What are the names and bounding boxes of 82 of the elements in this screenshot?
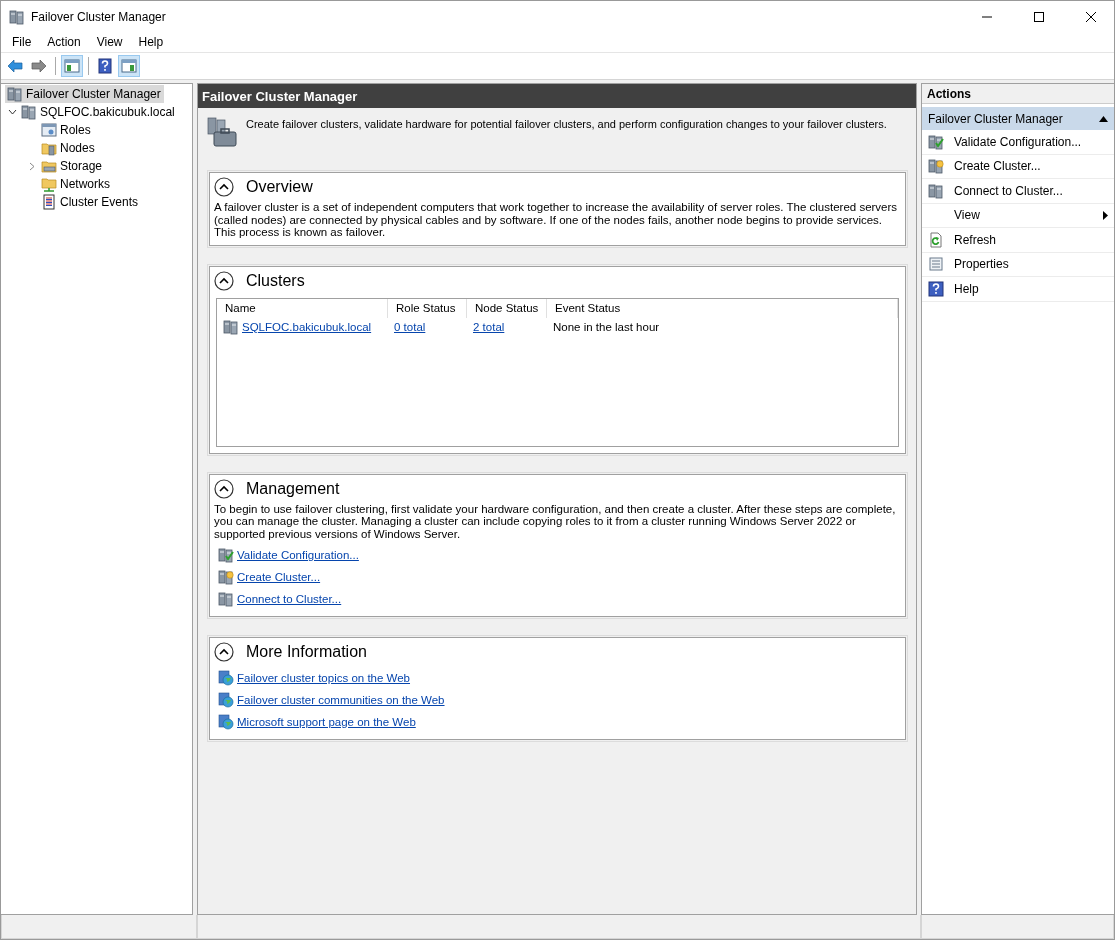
- tree-item[interactable]: SQLFOC.bakicubuk.local: [19, 103, 178, 121]
- section-title: Overview: [246, 178, 313, 196]
- action-link[interactable]: Create Cluster...: [237, 571, 321, 583]
- column-header[interactable]: Node Status: [467, 298, 547, 318]
- chevron-down-icon: [7, 109, 17, 115]
- collapse-icon: [214, 270, 234, 291]
- tree-item[interactable]: Cluster Events: [39, 193, 142, 211]
- folder-icon: [41, 140, 57, 156]
- maximize-icon: [1034, 11, 1044, 22]
- folder-icon: [41, 176, 57, 192]
- triangle-up-icon: [1099, 115, 1108, 122]
- table-cell-text: None in the last hour: [552, 321, 661, 333]
- column-header[interactable]: Event Status: [547, 298, 898, 318]
- globe-icon: [218, 692, 234, 708]
- task-item[interactable]: Connect to Cluster...: [922, 179, 1114, 204]
- menu-item[interactable]: Action: [39, 35, 89, 49]
- back-arrow-icon: [7, 59, 23, 73]
- help-icon: [98, 58, 112, 74]
- toolbar-button[interactable]: [61, 55, 83, 77]
- node-status-link[interactable]: 2 total: [473, 321, 505, 333]
- toolbox-icon: [206, 116, 240, 150]
- collapse-icon: [214, 642, 234, 662]
- globe-icon: [218, 670, 234, 686]
- forward-arrow-icon: [31, 59, 47, 73]
- help-icon: [928, 280, 944, 297]
- pane-title: Failover Cluster Manager: [198, 84, 916, 108]
- tree-item[interactable]: Nodes: [39, 139, 98, 157]
- task-item[interactable]: Validate Configuration...: [922, 130, 1114, 155]
- server-icon: [218, 591, 234, 607]
- chevron-right-icon: [29, 161, 35, 171]
- action-link[interactable]: Connect to Cluster...: [237, 593, 342, 605]
- tree-item[interactable]: Networks: [39, 175, 113, 193]
- refresh-icon: [928, 231, 944, 248]
- window-icon: [41, 122, 57, 138]
- tree-item[interactable]: Failover Cluster Manager: [5, 85, 164, 103]
- tree-item[interactable]: Roles: [39, 121, 94, 139]
- section-title: More Information: [246, 643, 367, 661]
- task-item[interactable]: Help: [922, 277, 1114, 302]
- server-star-icon: [928, 158, 944, 175]
- task-item[interactable]: View: [922, 203, 1114, 228]
- cluster-icon: [21, 104, 37, 120]
- folder-icon: [41, 158, 57, 174]
- section-title: Clusters: [246, 271, 305, 290]
- server-icon: [928, 182, 944, 199]
- task-item[interactable]: Create Cluster...: [922, 154, 1114, 179]
- collapse-icon: [214, 177, 234, 197]
- server-check-icon: [928, 133, 944, 150]
- column-header[interactable]: Role Status: [388, 298, 467, 318]
- section-title: Management: [246, 479, 340, 498]
- role-status-link[interactable]: 0 total: [394, 321, 426, 333]
- task-item[interactable]: Refresh: [922, 228, 1114, 253]
- action-link[interactable]: Validate Configuration...: [237, 549, 359, 561]
- management-text: To begin to use failover clustering, first validate your hardware configuration, and then create a cluster. After these steps are complete, you can manage the cluster. Managing a cluster can include copying roles to it from a cluster running Windows Server 2022 or supported previous versions of Windows Server.: [214, 501, 897, 540]
- menu-item[interactable]: File: [4, 35, 40, 49]
- close-icon: [1086, 11, 1096, 22]
- collapse-icon: [214, 478, 234, 499]
- server-check-icon: [218, 547, 234, 563]
- server-star-icon: [218, 569, 234, 585]
- properties-icon: [928, 256, 944, 273]
- toolbar-button[interactable]: [118, 55, 140, 77]
- overview-text: A failover cluster is a set of independent computers that work together to increase the availability of server roles. The clustered servers (called nodes) are connected by physical cables and by software. If one of the nodes fails, another node begins to provide services. This process is known as failover.: [214, 200, 899, 239]
- menu-item[interactable]: Help: [130, 35, 172, 49]
- menu-item[interactable]: View: [88, 35, 131, 49]
- panel-left-icon: [64, 59, 80, 73]
- action-link[interactable]: Failover cluster topics on the Web: [237, 672, 410, 684]
- description-text: Create failover clusters, validate hardware for potential failover clusters, and perform configuration changes to your failover clusters.: [246, 117, 887, 132]
- panel-right-icon: [121, 59, 137, 73]
- cluster-link[interactable]: SQLFOC.bakicubuk.local: [242, 321, 372, 333]
- window-title: Failover Cluster Manager: [31, 9, 167, 24]
- action-link[interactable]: Failover cluster communities on the Web: [237, 694, 445, 706]
- globe-icon: [218, 714, 234, 730]
- task-item[interactable]: Properties: [922, 252, 1114, 277]
- app-icon: [9, 8, 25, 25]
- submenu-arrow-icon: [1103, 210, 1108, 220]
- actions-title: Actions: [922, 84, 1114, 104]
- tree-item[interactable]: Storage: [39, 157, 106, 175]
- log-icon: [41, 194, 57, 210]
- actions-group-header[interactable]: Failover Cluster Manager: [922, 107, 1114, 130]
- cluster-icon: [223, 319, 239, 335]
- column-header[interactable]: Name: [217, 298, 388, 318]
- action-link[interactable]: Microsoft support page on the Web: [237, 716, 416, 728]
- cluster-icon: [7, 86, 23, 102]
